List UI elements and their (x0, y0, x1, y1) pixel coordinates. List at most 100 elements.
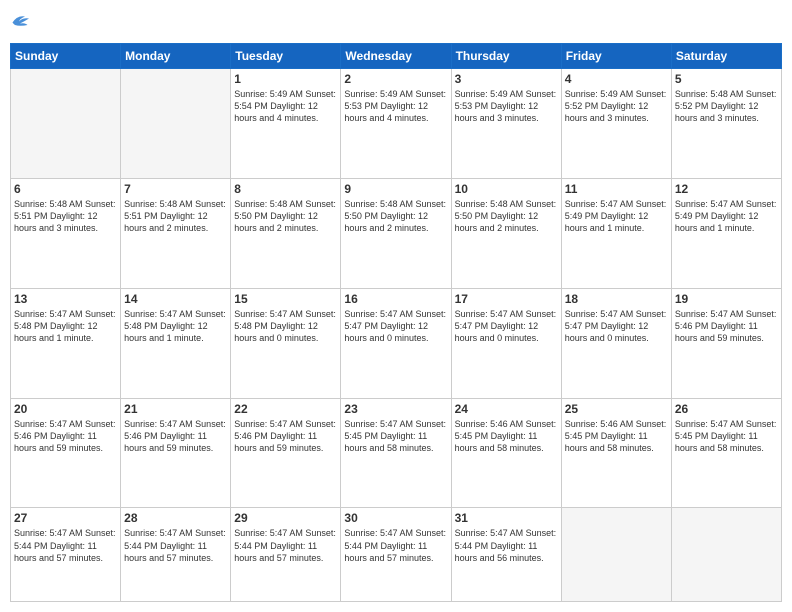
calendar-cell: 15 Sunrise: 5:47 AM Sunset: 5:48 PM Dayli… (231, 288, 341, 398)
cell-content: Sunrise: 5:49 AM Sunset: 5:54 PM Dayligh… (234, 88, 337, 124)
calendar-cell: 12 Sunrise: 5:47 AM Sunset: 5:49 PM Dayli… (671, 178, 781, 288)
cell-content: Sunrise: 5:47 AM Sunset: 5:48 PM Dayligh… (14, 308, 117, 344)
calendar-week-row: 27 Sunrise: 5:47 AM Sunset: 5:44 PM Dayli… (11, 508, 782, 602)
calendar-cell: 29 Sunrise: 5:47 AM Sunset: 5:44 PM Dayli… (231, 508, 341, 602)
calendar-week-row: 20 Sunrise: 5:47 AM Sunset: 5:46 PM Dayli… (11, 398, 782, 508)
cell-content: Sunrise: 5:47 AM Sunset: 5:47 PM Dayligh… (455, 308, 558, 344)
cell-content: Sunrise: 5:47 AM Sunset: 5:49 PM Dayligh… (675, 198, 778, 234)
day-number: 29 (234, 511, 337, 525)
calendar-cell: 14 Sunrise: 5:47 AM Sunset: 5:48 PM Dayli… (121, 288, 231, 398)
day-number: 4 (565, 72, 668, 86)
calendar-cell: 16 Sunrise: 5:47 AM Sunset: 5:47 PM Dayli… (341, 288, 451, 398)
day-number: 24 (455, 402, 558, 416)
calendar-header-monday: Monday (121, 44, 231, 69)
calendar-cell: 20Sunrise: 5:47 AM Sunset: 5:46 PM Dayli… (11, 398, 121, 508)
day-number: 16 (344, 292, 447, 306)
cell-content: Sunrise: 5:47 AM Sunset: 5:46 PM Dayligh… (124, 418, 227, 454)
calendar-cell (671, 508, 781, 602)
cell-content: Sunrise: 5:47 AM Sunset: 5:47 PM Dayligh… (344, 308, 447, 344)
calendar-cell (11, 69, 121, 179)
calendar-cell: 11 Sunrise: 5:47 AM Sunset: 5:49 PM Dayli… (561, 178, 671, 288)
cell-content: Sunrise: 5:47 AM Sunset: 5:48 PM Dayligh… (124, 308, 227, 344)
cell-content: Sunrise: 5:47 AM Sunset: 5:44 PM Dayligh… (344, 527, 447, 563)
day-number: 22 (234, 402, 337, 416)
day-number: 6 (14, 182, 117, 196)
day-number: 9 (344, 182, 447, 196)
day-number: 21 (124, 402, 227, 416)
logo-bird-icon (10, 10, 30, 30)
cell-content: Sunrise: 5:48 AM Sunset: 5:50 PM Dayligh… (234, 198, 337, 234)
calendar-cell: 21 Sunrise: 5:47 AM Sunset: 5:46 PM Dayli… (121, 398, 231, 508)
cell-content: Sunrise: 5:47 AM Sunset: 5:45 PM Dayligh… (675, 418, 778, 454)
day-number: 30 (344, 511, 447, 525)
day-number: 10 (455, 182, 558, 196)
calendar-cell: 13 Sunrise: 5:47 AM Sunset: 5:48 PM Dayli… (11, 288, 121, 398)
calendar-header-saturday: Saturday (671, 44, 781, 69)
day-number: 3 (455, 72, 558, 86)
cell-content: Sunrise: 5:48 AM Sunset: 5:51 PM Dayligh… (14, 198, 117, 234)
cell-content: Sunrise: 5:49 AM Sunset: 5:52 PM Dayligh… (565, 88, 668, 124)
header (10, 10, 782, 35)
cell-content: Sunrise: 5:48 AM Sunset: 5:51 PM Dayligh… (124, 198, 227, 234)
calendar-cell: 4 Sunrise: 5:49 AM Sunset: 5:52 PM Daylig… (561, 69, 671, 179)
calendar-header-sunday: Sunday (11, 44, 121, 69)
cell-content: Sunrise: 5:46 AM Sunset: 5:45 PM Dayligh… (565, 418, 668, 454)
calendar-cell: 24Sunrise: 5:46 AM Sunset: 5:45 PM Dayli… (451, 398, 561, 508)
day-number: 19 (675, 292, 778, 306)
calendar-cell: 31Sunrise: 5:47 AM Sunset: 5:44 PM Dayli… (451, 508, 561, 602)
day-number: 25 (565, 402, 668, 416)
calendar-cell: 8Sunrise: 5:48 AM Sunset: 5:50 PM Daylig… (231, 178, 341, 288)
cell-content: Sunrise: 5:49 AM Sunset: 5:53 PM Dayligh… (344, 88, 447, 124)
calendar-header-friday: Friday (561, 44, 671, 69)
day-number: 15 (234, 292, 337, 306)
calendar-week-row: 6 Sunrise: 5:48 AM Sunset: 5:51 PM Daylig… (11, 178, 782, 288)
calendar-cell (561, 508, 671, 602)
calendar-cell: 9 Sunrise: 5:48 AM Sunset: 5:50 PM Daylig… (341, 178, 451, 288)
cell-content: Sunrise: 5:48 AM Sunset: 5:52 PM Dayligh… (675, 88, 778, 124)
page: SundayMondayTuesdayWednesdayThursdayFrid… (0, 0, 792, 612)
calendar-header-thursday: Thursday (451, 44, 561, 69)
calendar-cell: 10 Sunrise: 5:48 AM Sunset: 5:50 PM Dayli… (451, 178, 561, 288)
logo (10, 10, 32, 35)
calendar-cell: 22Sunrise: 5:47 AM Sunset: 5:46 PM Dayli… (231, 398, 341, 508)
calendar-cell: 18 Sunrise: 5:47 AM Sunset: 5:47 PM Dayli… (561, 288, 671, 398)
day-number: 5 (675, 72, 778, 86)
day-number: 23 (344, 402, 447, 416)
day-number: 27 (14, 511, 117, 525)
cell-content: Sunrise: 5:47 AM Sunset: 5:44 PM Dayligh… (455, 527, 558, 563)
day-number: 14 (124, 292, 227, 306)
day-number: 18 (565, 292, 668, 306)
calendar-cell: 27Sunrise: 5:47 AM Sunset: 5:44 PM Dayli… (11, 508, 121, 602)
calendar-cell: 26 Sunrise: 5:47 AM Sunset: 5:45 PM Dayli… (671, 398, 781, 508)
cell-content: Sunrise: 5:48 AM Sunset: 5:50 PM Dayligh… (455, 198, 558, 234)
cell-content: Sunrise: 5:48 AM Sunset: 5:50 PM Dayligh… (344, 198, 447, 234)
cell-content: Sunrise: 5:47 AM Sunset: 5:48 PM Dayligh… (234, 308, 337, 344)
day-number: 28 (124, 511, 227, 525)
day-number: 12 (675, 182, 778, 196)
cell-content: Sunrise: 5:47 AM Sunset: 5:49 PM Dayligh… (565, 198, 668, 234)
day-number: 1 (234, 72, 337, 86)
cell-content: Sunrise: 5:47 AM Sunset: 5:45 PM Dayligh… (344, 418, 447, 454)
day-number: 2 (344, 72, 447, 86)
calendar-cell: 30 Sunrise: 5:47 AM Sunset: 5:44 PM Dayli… (341, 508, 451, 602)
cell-content: Sunrise: 5:47 AM Sunset: 5:47 PM Dayligh… (565, 308, 668, 344)
calendar-header-wednesday: Wednesday (341, 44, 451, 69)
day-number: 7 (124, 182, 227, 196)
cell-content: Sunrise: 5:47 AM Sunset: 5:44 PM Dayligh… (124, 527, 227, 563)
calendar-cell: 19 Sunrise: 5:47 AM Sunset: 5:46 PM Dayli… (671, 288, 781, 398)
cell-content: Sunrise: 5:49 AM Sunset: 5:53 PM Dayligh… (455, 88, 558, 124)
calendar-cell: 28 Sunrise: 5:47 AM Sunset: 5:44 PM Dayli… (121, 508, 231, 602)
calendar-header-tuesday: Tuesday (231, 44, 341, 69)
calendar-header-row: SundayMondayTuesdayWednesdayThursdayFrid… (11, 44, 782, 69)
calendar-week-row: 1 Sunrise: 5:49 AM Sunset: 5:54 PM Daylig… (11, 69, 782, 179)
day-number: 26 (675, 402, 778, 416)
calendar-cell: 25 Sunrise: 5:46 AM Sunset: 5:45 PM Dayli… (561, 398, 671, 508)
day-number: 13 (14, 292, 117, 306)
calendar-week-row: 13 Sunrise: 5:47 AM Sunset: 5:48 PM Dayli… (11, 288, 782, 398)
day-number: 11 (565, 182, 668, 196)
calendar-table: SundayMondayTuesdayWednesdayThursdayFrid… (10, 43, 782, 602)
calendar-cell: 1 Sunrise: 5:49 AM Sunset: 5:54 PM Daylig… (231, 69, 341, 179)
day-number: 20 (14, 402, 117, 416)
cell-content: Sunrise: 5:47 AM Sunset: 5:46 PM Dayligh… (675, 308, 778, 344)
cell-content: Sunrise: 5:47 AM Sunset: 5:44 PM Dayligh… (234, 527, 337, 563)
